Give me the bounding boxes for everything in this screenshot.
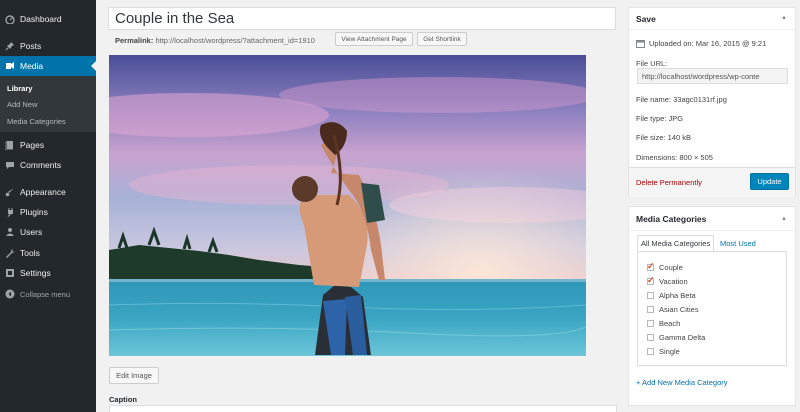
sidebar-item-dashboard[interactable]: Dashboard (0, 9, 96, 29)
sidebar-item-label: Plugins (20, 207, 48, 217)
sidebar-item-label: Settings (20, 268, 51, 278)
sidebar-item-tools[interactable]: Tools (0, 243, 96, 263)
attachment-title-input[interactable]: Couple in the Sea (108, 7, 616, 30)
comments-icon (5, 160, 15, 170)
dashboard-icon (5, 14, 15, 24)
checkbox[interactable] (647, 320, 654, 327)
category-label: Alpha Beta (659, 291, 696, 300)
caption-textarea[interactable] (109, 405, 617, 412)
media-icon (5, 61, 15, 71)
file-size: File size: 140 kB (636, 133, 692, 142)
category-item-single[interactable]: Single (647, 347, 680, 356)
view-attachment-page-button[interactable]: View Attachment Page (335, 32, 413, 46)
permalink: Permalink: http://localhost/wordpress/?a… (115, 36, 315, 45)
submenu-item-add-new[interactable]: Add New (7, 100, 37, 109)
sidebar-item-label: Media (20, 61, 44, 71)
checkbox[interactable] (647, 306, 654, 313)
permalink-label: Permalink: (115, 36, 154, 45)
update-button[interactable]: Update (750, 173, 789, 190)
category-item-beach[interactable]: Beach (647, 319, 680, 328)
plug-icon (5, 207, 15, 217)
category-label: Gamma Delta (659, 333, 706, 342)
checkbox[interactable] (647, 292, 654, 299)
checkbox[interactable] (647, 261, 655, 272)
brush-icon (5, 187, 15, 197)
category-label: Single (659, 347, 680, 356)
submenu-item-library[interactable]: Library (7, 84, 32, 93)
sidebar-item-users[interactable]: Users (0, 222, 96, 242)
sidebar-item-label: Appearance (20, 187, 66, 197)
sidebar-item-comments[interactable]: Comments (0, 155, 96, 175)
caption-label: Caption (109, 395, 137, 404)
sidebar-item-media[interactable]: Media (0, 56, 96, 76)
category-item-alpha-beta[interactable]: Alpha Beta (647, 291, 696, 300)
wrench-icon (5, 248, 15, 258)
sidebar-item-label: Pages (20, 140, 45, 150)
sidebar-item-settings[interactable]: Settings (0, 263, 96, 283)
sidebar-item-plugins[interactable]: Plugins (0, 202, 96, 222)
sidebar-item-label: Tools (20, 248, 40, 258)
dimensions: Dimensions: 800 × 505 (636, 153, 713, 162)
collapse-icon (5, 289, 15, 299)
calendar-icon (636, 39, 645, 48)
uploaded-on: Uploaded on: Mar 16, 2015 @ 9:21 (636, 39, 766, 48)
category-label: Vacation (659, 277, 688, 286)
divider (629, 230, 795, 231)
pin-icon (5, 41, 15, 51)
permalink-url[interactable]: http://localhost/wordpress/?attachment_i… (155, 36, 314, 45)
category-item-gamma-delta[interactable]: Gamma Delta (647, 333, 705, 342)
sidebar-item-label: Dashboard (20, 14, 62, 24)
checkbox[interactable] (647, 334, 654, 341)
checkbox[interactable] (647, 348, 654, 355)
submenu-item-media-categories[interactable]: Media Categories (7, 117, 66, 126)
pages-icon (5, 140, 15, 150)
category-label: Beach (659, 319, 681, 328)
save-panel-title: Save (636, 14, 656, 24)
chevron-up-icon[interactable]: ▲ (781, 15, 787, 21)
sidebar-item-appearance[interactable]: Appearance (0, 182, 96, 202)
admin-sidebar: Dashboard Posts Media Library Add New Me… (0, 0, 96, 412)
tab-most-used[interactable]: Most Used (717, 235, 759, 252)
file-type: File type: JPG (636, 114, 684, 123)
file-name: File name: 33agc0131rf.jpg (636, 95, 727, 104)
sidebar-item-posts[interactable]: Posts (0, 36, 96, 56)
attachment-image (109, 55, 586, 356)
get-shortlink-button[interactable]: Get Shortlink (417, 32, 467, 46)
sidebar-item-label: Comments (20, 160, 62, 170)
edit-image-button[interactable]: Edit Image (109, 367, 159, 384)
delete-permanently-link[interactable]: Delete Permanently (636, 178, 702, 187)
sidebar-item-label: Users (20, 227, 43, 237)
file-url-field[interactable]: http://localhost/wordpress/wp-conte (637, 68, 788, 84)
settings-icon (5, 268, 15, 278)
category-item-asian-cities[interactable]: Asian Cities (647, 305, 699, 314)
uploaded-on-text: Uploaded on: Mar 16, 2015 @ 9:21 (649, 39, 767, 48)
checkbox[interactable] (647, 275, 655, 286)
collapse-menu-label: Collapse menu (20, 289, 71, 299)
add-new-media-category-link[interactable]: + Add New Media Category (636, 378, 728, 387)
categories-panel-title: Media Categories (636, 214, 707, 224)
divider (629, 29, 795, 30)
chevron-up-icon[interactable]: ▲ (781, 216, 787, 222)
tab-all-media-categories[interactable]: All Media Categories (637, 235, 715, 252)
sidebar-item-label: Posts (20, 41, 42, 51)
users-icon (5, 227, 15, 237)
sidebar-item-pages[interactable]: Pages (0, 135, 96, 155)
category-item-vacation[interactable]: Vacation (647, 275, 688, 286)
category-checklist: Couple Vacation Alpha Beta Asian Cities … (637, 251, 787, 366)
save-panel: Save ▲ Uploaded on: Mar 16, 2015 @ 9:21 … (628, 7, 796, 197)
media-submenu: Library Add New Media Categories (0, 76, 96, 132)
category-item-couple[interactable]: Couple (647, 261, 683, 272)
category-label: Asian Cities (659, 305, 699, 314)
collapse-menu-button[interactable]: Collapse menu (0, 284, 96, 304)
file-url-label: File URL: (636, 59, 668, 68)
category-label: Couple (659, 263, 683, 272)
